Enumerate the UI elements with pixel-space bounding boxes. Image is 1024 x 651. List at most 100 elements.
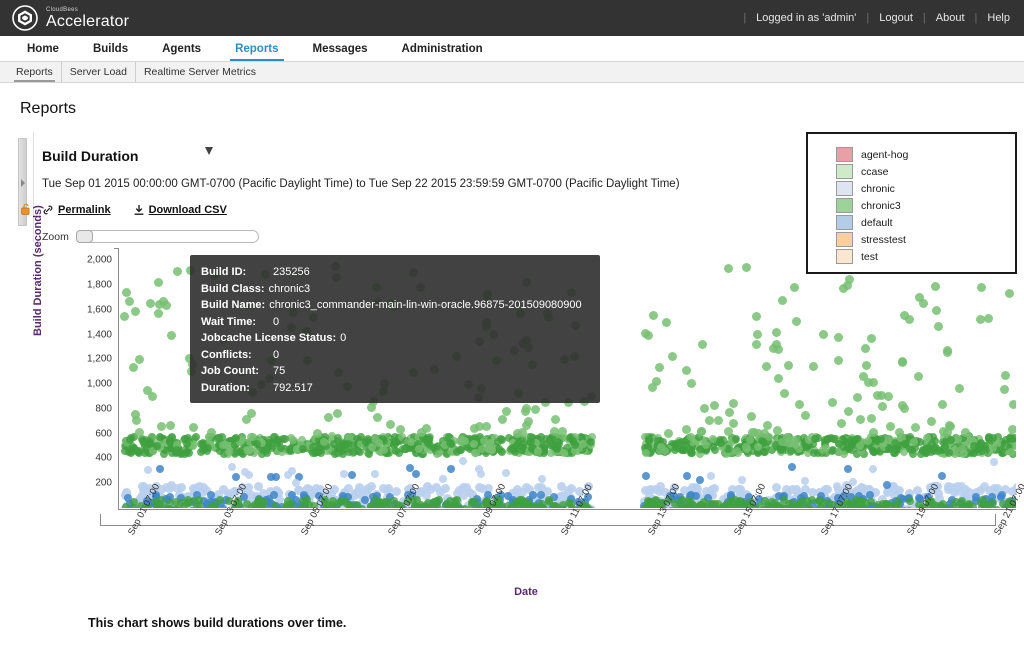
scatter-point[interactable] (135, 354, 145, 364)
scatter-point[interactable] (727, 498, 736, 507)
scatter-point[interactable] (154, 300, 164, 310)
scatter-point[interactable] (144, 466, 153, 475)
scatter-point[interactable] (931, 444, 940, 453)
scatter-point[interactable] (207, 427, 217, 437)
scatter-point[interactable] (433, 442, 442, 451)
scatter-point[interactable] (154, 277, 164, 287)
scatter-point[interactable] (312, 428, 322, 438)
scatter-point[interactable] (332, 408, 342, 418)
scatter-point[interactable] (779, 388, 789, 398)
scatter-point[interactable] (438, 475, 447, 484)
scatter-point[interactable] (459, 456, 468, 465)
scatter-point[interactable] (122, 288, 132, 297)
scatter-point[interactable] (938, 472, 947, 481)
scatter-point[interactable] (185, 448, 194, 457)
scatter-point[interactable] (752, 339, 762, 349)
nav-item-messages[interactable]: Messages (296, 36, 385, 61)
legend-item[interactable]: ccase (836, 163, 1015, 180)
scatter-point[interactable] (809, 362, 819, 372)
scatter-point[interactable] (131, 409, 141, 419)
scatter-point[interactable] (828, 397, 838, 407)
legend-item[interactable]: test (836, 248, 1015, 265)
legend-item[interactable]: chronic (836, 180, 1015, 197)
scatter-point[interactable] (688, 449, 697, 458)
scatter-point[interactable] (772, 482, 782, 492)
scatter-point[interactable] (954, 383, 964, 393)
scatter-point[interactable] (707, 484, 717, 494)
scatter-point[interactable] (159, 449, 168, 458)
scatter-point[interactable] (191, 432, 200, 441)
scatter-point[interactable] (530, 504, 539, 508)
legend-item[interactable]: agent-hog (836, 146, 1015, 163)
subnav-item-realtime-server-metrics[interactable]: Realtime Server Metrics (136, 62, 264, 82)
scatter-point[interactable] (231, 433, 240, 442)
scatter-point[interactable] (640, 505, 649, 508)
scatter-point[interactable] (855, 415, 865, 425)
scatter-point[interactable] (502, 407, 512, 417)
scatter-point[interactable] (847, 502, 856, 508)
scatter-point[interactable] (960, 484, 970, 494)
scatter-point[interactable] (446, 465, 455, 474)
scatter-point[interactable] (218, 441, 227, 450)
scatter-point[interactable] (432, 498, 441, 507)
scatter-point[interactable] (130, 306, 140, 316)
zoom-slider-handle[interactable] (75, 230, 93, 243)
scatter-point[interactable] (517, 428, 527, 438)
scatter-point[interactable] (906, 496, 915, 505)
scatter-point[interactable] (662, 317, 672, 327)
scatter-point[interactable] (834, 355, 844, 365)
nav-item-administration[interactable]: Administration (385, 36, 500, 61)
scatter-point[interactable] (254, 501, 263, 508)
scatter-point[interactable] (938, 426, 948, 436)
scatter-point[interactable] (391, 446, 400, 455)
scatter-point[interactable] (134, 427, 144, 437)
scatter-point[interactable] (166, 481, 176, 491)
scatter-point[interactable] (733, 485, 743, 495)
scatter-point[interactable] (701, 441, 710, 450)
scatter-point[interactable] (753, 442, 762, 451)
scatter-point[interactable] (778, 295, 788, 305)
scatter-point[interactable] (724, 263, 733, 273)
scatter-point[interactable] (872, 436, 881, 445)
scatter-point[interactable] (517, 445, 526, 454)
scatter-point[interactable] (537, 432, 546, 441)
scatter-point[interactable] (696, 427, 706, 437)
scatter-point[interactable] (706, 471, 715, 480)
scatter-point[interactable] (228, 462, 237, 471)
scatter-point[interactable] (784, 360, 794, 370)
scatter-point[interactable] (714, 416, 724, 426)
scatter-point[interactable] (154, 505, 163, 508)
scatter-point[interactable] (984, 313, 993, 323)
brand[interactable]: CloudBees Accelerator (12, 5, 129, 31)
scatter-point[interactable] (911, 422, 921, 432)
scatter-point[interactable] (165, 420, 175, 430)
scatter-point[interactable] (530, 404, 540, 414)
scatter-point[interactable] (742, 442, 751, 451)
scatter-point[interactable] (488, 445, 497, 454)
scatter-point[interactable] (989, 458, 998, 467)
scatter-point[interactable] (654, 362, 664, 372)
scatter-point[interactable] (783, 432, 792, 441)
scatter-point[interactable] (412, 469, 421, 478)
scatter-point[interactable] (759, 506, 768, 508)
scatter-point[interactable] (147, 392, 157, 402)
scatter-point[interactable] (719, 503, 728, 508)
scatter-point[interactable] (328, 500, 337, 508)
scatter-point[interactable] (134, 448, 143, 457)
scatter-point[interactable] (283, 496, 292, 505)
scatter-point[interactable] (642, 472, 651, 481)
scatter-point[interactable] (353, 500, 362, 508)
scatter-point[interactable] (506, 444, 515, 453)
scatter-point[interactable] (787, 462, 796, 471)
scatter-point[interactable] (242, 500, 251, 508)
scatter-point[interactable] (949, 502, 958, 508)
permalink-button[interactable]: Permalink (42, 204, 111, 216)
scatter-point[interactable] (668, 351, 678, 361)
scatter-point[interactable] (246, 409, 256, 419)
scatter-point[interactable] (843, 464, 852, 473)
scatter-point[interactable] (371, 470, 380, 479)
scatter-point[interactable] (960, 428, 970, 438)
scatter-point[interactable] (803, 501, 812, 508)
scatter-point[interactable] (343, 506, 352, 508)
scatter-point[interactable] (762, 421, 772, 431)
